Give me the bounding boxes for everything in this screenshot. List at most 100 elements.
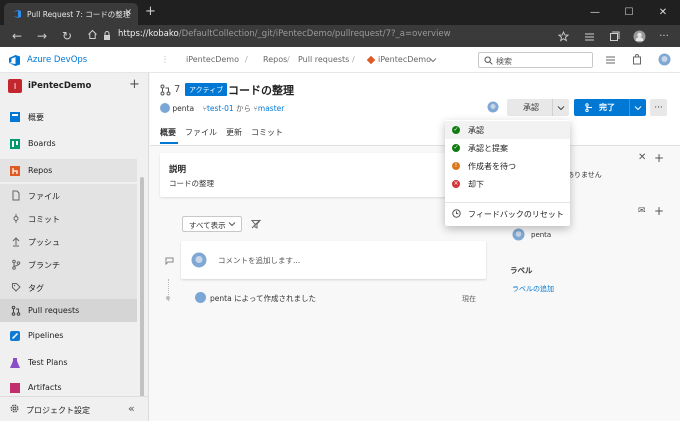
menu-item-approve[interactable]: ✓ 承認 [445,121,570,139]
author-avatar [195,292,206,303]
more-options-icon[interactable]: ··· [650,99,667,116]
status-badge: アクティブ [185,83,228,96]
sidebar-item-pipelines[interactable]: Pipelines [0,324,137,347]
chevron-down-icon [228,220,236,229]
sidebar-item-files[interactable]: ファイル [0,184,137,207]
clock-icon: ! [452,162,460,170]
collapse-sidebar-icon[interactable]: « [128,402,135,415]
comment-placeholder: コメントを追加します... [218,256,301,265]
project-badge[interactable]: I [8,79,22,93]
target-branch-link[interactable]: master [258,104,284,113]
sidebar-item-test-plans[interactable]: Test Plans [0,351,137,374]
settings-list-icon[interactable] [604,53,617,66]
close-icon[interactable]: ✕ [638,152,646,163]
pr-title[interactable]: コードの整理 [228,82,294,98]
browser-tab-title: Pull Request 7: コードの整理 [27,9,131,19]
branch-icon [9,258,22,271]
tab-updates[interactable]: 更新 [226,128,242,137]
mail-icon[interactable]: ✉ [638,206,646,216]
tab-files[interactable]: ファイル [185,128,217,137]
refresh-icon[interactable]: ↻ [59,28,75,44]
add-icon[interactable]: + [654,151,664,165]
sidebar-item-tags[interactable]: タグ [0,276,137,299]
user-avatar[interactable] [658,53,671,66]
profile-icon[interactable] [632,29,646,43]
project-name[interactable]: iPentecDemo [28,81,91,91]
new-tab-icon[interactable]: + [145,5,156,18]
azure-devops-logo-icon[interactable] [8,54,21,69]
add-label-link[interactable]: ラベルの追加 [512,284,554,294]
menu-item-wait-for-author[interactable]: ! 作成者を待つ [445,157,570,175]
add-icon[interactable]: + [129,77,140,92]
reviewer-name[interactable]: penta [531,231,551,239]
filter-icon[interactable] [250,219,262,231]
menu-item-reject[interactable]: × 却下 [445,175,570,193]
back-icon[interactable]: ← [9,28,25,44]
sidebar-item-repos[interactable]: Repos [0,159,137,182]
sidebar-scrollbar[interactable] [140,177,144,421]
project-settings-link[interactable]: プロジェクト設定 [26,405,90,416]
sidebar-item-pull-requests[interactable]: Pull requests [0,299,137,322]
maximize-icon[interactable]: ☐ [612,0,646,25]
chevron-down-icon[interactable] [429,56,437,65]
push-icon [9,235,22,248]
timeline-filter-select[interactable]: すべて表示 [182,216,242,232]
breadcrumb-repos[interactable]: Repos [263,55,287,64]
approve-dropdown-menu: ✓ 承認 ✓ 承認と提案 ! 作成者を待つ × 却下 フィードバックのリセット [445,120,570,226]
source-branch-link[interactable]: test-01 [207,104,234,113]
merge-icon [585,103,594,114]
forward-icon[interactable]: → [34,28,50,44]
approve-dropdown-chevron-icon[interactable] [552,99,569,116]
breadcrumb-separator: ⋮ [161,55,169,64]
author-avatar[interactable] [160,103,170,113]
check-circle-icon: ✓ [452,126,460,134]
sidebar-item-commits[interactable]: コミット [0,207,137,230]
author-name[interactable]: penta [172,104,194,113]
minimize-icon[interactable]: — [578,0,612,25]
browser-tab[interactable]: Pull Request 7: コードの整理 ✕ [4,3,138,25]
collections-icon[interactable] [607,29,621,43]
sidebar-item-pushes[interactable]: プッシュ [0,230,137,253]
browser-menu-icon[interactable]: ··· [657,29,671,43]
breadcrumb-pull-requests[interactable]: Pull requests [298,55,349,64]
tab-commits[interactable]: コミット [251,128,283,137]
comment-thread-icon [165,256,174,267]
menu-item-approve-with-suggestions[interactable]: ✓ 承認と提案 [445,139,570,157]
sidebar-footer: プロジェクト設定 « [0,396,148,421]
menu-item-reset-feedback[interactable]: フィードバックのリセット [445,205,570,223]
sidebar-item-boards[interactable]: Boards [0,132,137,155]
breadcrumb-separator: / [352,55,355,64]
tag-icon [9,281,22,294]
complete-dropdown-chevron-icon[interactable] [629,99,646,116]
sidebar-item-overview[interactable]: 概要 [0,105,137,128]
sidebar-item-branches[interactable]: ブランチ [0,253,137,276]
brand-title[interactable]: Azure DevOps [27,55,87,65]
activity-time: 現在 [462,295,476,303]
browser-toolbar: ← → ↻ https://kobako/DefaultCollection/_… [0,25,680,47]
comment-input[interactable]: コメントを追加します... [181,241,486,279]
test-plans-icon [8,356,21,369]
complete-button[interactable]: 完了 [574,99,646,116]
timeline-dot [166,296,170,300]
search-input[interactable]: 検索 [478,52,593,68]
browser-tab-bar: Pull Request 7: コードの整理 ✕ + — ☐ ✕ [0,0,680,25]
favorites-icon[interactable] [582,29,596,43]
window-close-icon[interactable]: ✕ [646,0,680,25]
favorite-star-icon[interactable] [556,29,570,43]
activity-author[interactable]: penta [210,294,232,303]
tab-overview[interactable]: 概要 [160,128,176,137]
breadcrumb-repo[interactable]: iPentecDemo [378,55,431,64]
address-field[interactable]: https://kobako/DefaultCollection/_git/iP… [118,29,451,39]
active-tab-indicator [160,142,178,144]
pr-header: 7 アクティブ コードの整理 penta ⑂test-01 から ⑂master… [150,73,680,146]
description-body: コードの整理 [169,179,214,188]
breadcrumb-project[interactable]: iPentecDemo [186,55,239,64]
add-reviewer-icon[interactable]: + [654,204,664,218]
tab-close-icon[interactable]: ✕ [124,8,132,18]
reviewer-avatar[interactable] [487,101,499,115]
home-icon[interactable] [84,28,100,44]
marketplace-bag-icon[interactable] [630,53,643,66]
approve-button[interactable]: 承認 [507,99,569,116]
lock-icon[interactable] [103,31,111,43]
search-icon [484,56,493,67]
